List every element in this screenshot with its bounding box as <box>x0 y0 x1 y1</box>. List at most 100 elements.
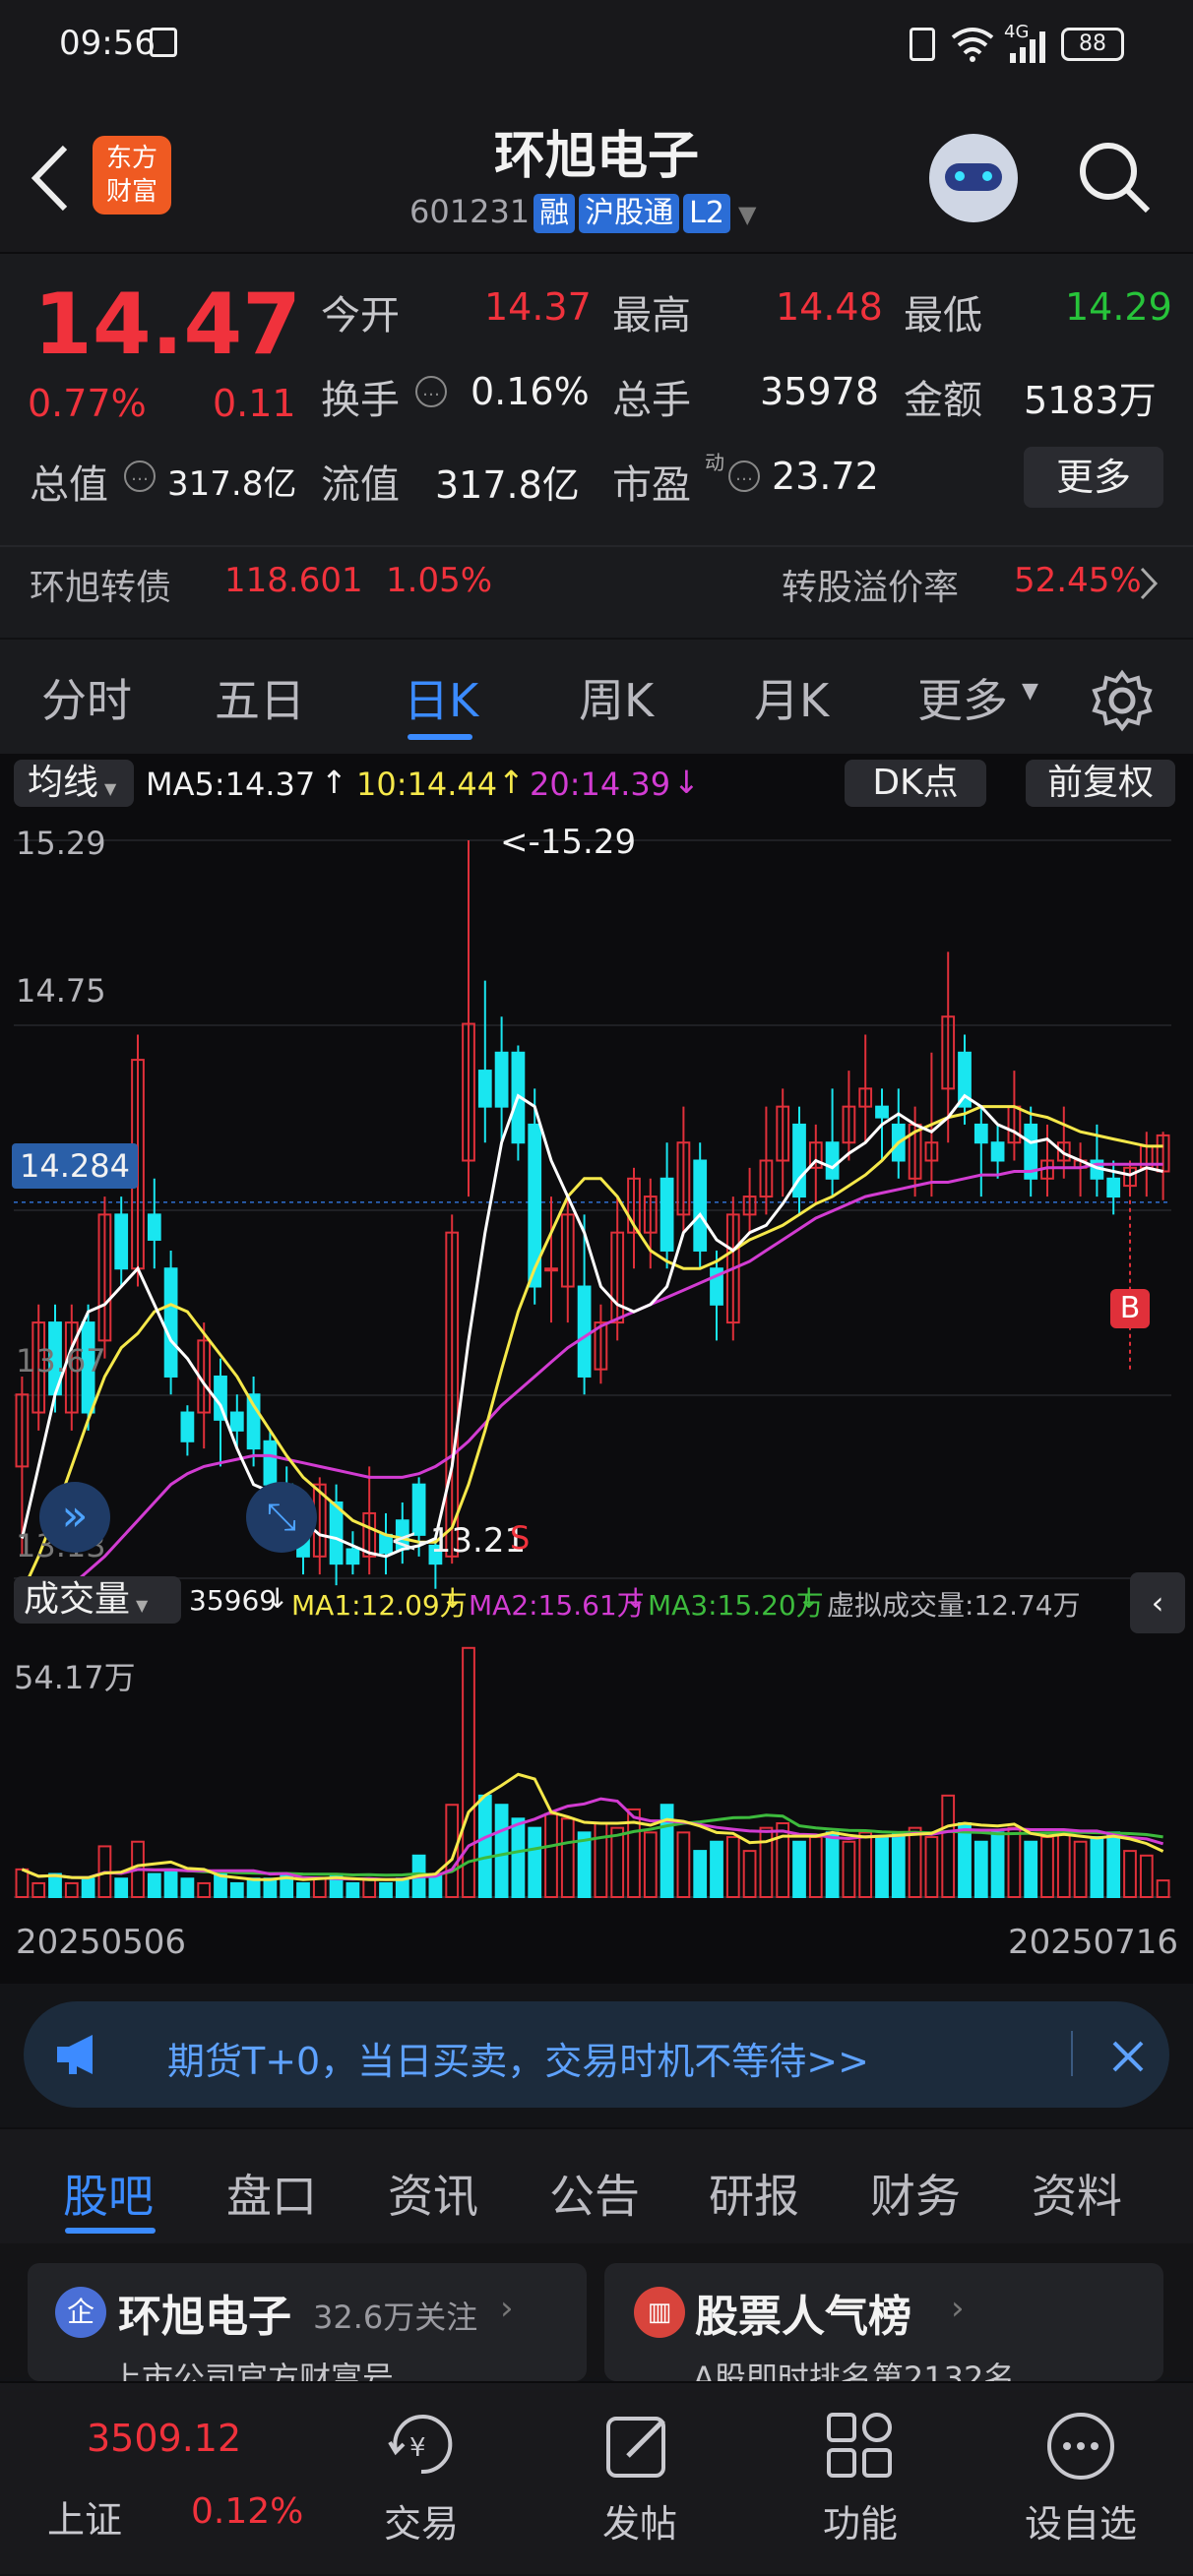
adjust-button[interactable]: 前复权 <box>1026 760 1175 807</box>
kline-chart-area[interactable]: 均线 ▼ MA5:14.37 ↑ 10:14.44 ↑ 20:14.39 ↓ DK… <box>0 754 1193 1984</box>
search-icon[interactable] <box>1075 138 1154 216</box>
volume-bar <box>891 1831 906 1898</box>
candle-body <box>693 1159 708 1252</box>
virtual-volume: 虚拟成交量:12.74万 <box>827 1589 1081 1622</box>
tab-forum[interactable]: 股吧 <box>63 2161 154 2226</box>
index-pct: 0.12% <box>191 2491 304 2532</box>
vma2-legend: MA2:15.61万 <box>469 1589 645 1622</box>
volume-bar <box>477 1794 492 1899</box>
chevron-right-icon: › <box>951 2289 965 2328</box>
volume-bar <box>263 1877 278 1899</box>
candle-body <box>477 1070 492 1108</box>
volume-bar <box>1073 1840 1088 1899</box>
megaphone-icon <box>57 2035 93 2074</box>
volume-bar <box>15 1868 30 1899</box>
nav-post[interactable]: 发帖 <box>561 2383 719 2576</box>
arrow-up-icon: ↑ <box>321 764 347 801</box>
tab-profile[interactable]: 资料 <box>1032 2161 1122 2226</box>
info-icon[interactable]: … <box>124 460 156 492</box>
premium-label[interactable]: 转股溢价率 <box>782 559 959 610</box>
open-value: 14.37 <box>484 285 592 329</box>
nav-watchlist-label: 设自选 <box>1024 2502 1137 2545</box>
company-card-title: 环旭电子 <box>118 2292 291 2342</box>
open-label: 今开 <box>321 293 400 338</box>
tab-news[interactable]: 资讯 <box>388 2161 478 2226</box>
volume-bar <box>312 1877 327 1899</box>
volume-bar <box>973 1840 988 1899</box>
banner-text[interactable]: 期货T+0，当日买卖，交易时机不等待>> <box>167 2031 869 2085</box>
tab-daily-k[interactable]: 日K <box>404 665 478 730</box>
volume-bar <box>858 1831 873 1898</box>
tab-finance[interactable]: 财务 <box>870 2161 961 2226</box>
content-tabs: 股吧 盘口 资讯 公告 研报 财务 资料 <box>0 2127 1193 2243</box>
volume-bar <box>808 1836 823 1898</box>
volume-bar <box>990 1831 1005 1898</box>
index-ticker[interactable]: 3509.12 上证 0.12% <box>39 2383 303 2576</box>
more-button[interactable]: 更多 <box>1024 447 1163 508</box>
nav-watchlist[interactable]: 设自选 <box>1002 2383 1160 2576</box>
promo-banner[interactable]: 期货T+0，当日买卖，交易时机不等待>> <box>24 2001 1169 2108</box>
candle-body <box>659 1177 674 1252</box>
header: 东方 财富 环旭电子 601231 融沪股通 L2 ▼ <box>0 94 1193 254</box>
expand-left-icon[interactable]: » <box>39 1482 110 1553</box>
index-value: 3509.12 <box>87 2417 242 2460</box>
candle-body <box>973 1123 988 1144</box>
tab-weekly-k[interactable]: 周K <box>579 665 654 730</box>
indicator-select[interactable]: 均线 ▼ <box>14 760 134 807</box>
max-price-marker: <-15.29 <box>500 823 637 862</box>
volume-bar <box>229 1881 244 1898</box>
low-value: 14.29 <box>1065 285 1172 329</box>
tab-5day[interactable]: 五日 <box>215 665 305 730</box>
dropdown-icon[interactable]: ▼ <box>738 201 756 228</box>
volume-bar <box>395 1877 409 1899</box>
bond-label[interactable]: 环旭转债 <box>30 559 171 610</box>
company-card[interactable]: 企 环旭电子 32.6万关注 › 上市公司官方财富号 <box>28 2263 587 2397</box>
info-icon[interactable]: … <box>415 376 447 407</box>
chevron-right-icon[interactable] <box>1138 567 1160 600</box>
ma20-line <box>21 1162 1163 1613</box>
collapse-panel-button[interactable]: ‹ <box>1130 1572 1185 1633</box>
nav-function[interactable]: 功能 <box>782 2383 939 2576</box>
active-tab-indicator <box>65 2228 156 2234</box>
info-icon[interactable]: … <box>728 460 760 492</box>
dk-point-button[interactable]: DK点 <box>845 760 986 807</box>
ma10-legend: 10:14.44 <box>356 766 498 803</box>
volume-label: 总手 <box>612 378 691 423</box>
tab-monthly-k[interactable]: 月K <box>754 665 829 730</box>
close-icon[interactable] <box>1110 2039 1146 2074</box>
last-price: 14.47 <box>33 276 302 374</box>
tab-research[interactable]: 研报 <box>709 2161 799 2226</box>
robot-assistant-icon[interactable] <box>929 134 1018 222</box>
volume-bar <box>114 1877 129 1899</box>
svg-text:¥: ¥ <box>409 2433 426 2463</box>
status-time: 09:56 <box>59 24 156 63</box>
nav-trade[interactable]: ¥ 交易 <box>343 2383 500 2576</box>
tab-announcements[interactable]: 公告 <box>549 2161 640 2226</box>
volume-bar <box>180 1877 195 1899</box>
pe-value: 23.72 <box>772 455 879 498</box>
volume-bar <box>81 1877 95 1899</box>
volume-indicator-select[interactable]: 成交量 ▼ <box>14 1576 181 1624</box>
tab-more[interactable]: 更多 <box>917 665 1008 730</box>
index-name: 上证 <box>47 2498 123 2542</box>
buy-signal[interactable]: B <box>1110 1289 1150 1328</box>
pe-label: 市盈 <box>612 462 691 508</box>
volume-chart[interactable] <box>0 1637 1193 1913</box>
caret-down-icon: ▼ <box>1022 679 1038 704</box>
cursor-price-tag: 14.284 <box>12 1143 138 1189</box>
volume-bar <box>676 1831 691 1898</box>
pe-dynamic-sup: 动 <box>705 451 724 474</box>
popularity-card[interactable]: ▥ 股票人气榜 › A股即时排名第2132名 <box>604 2263 1163 2397</box>
volume-bar <box>825 1831 840 1898</box>
float-label: 流值 <box>321 462 400 508</box>
tab-orderbook[interactable]: 盘口 <box>226 2161 317 2226</box>
tab-intraday[interactable]: 分时 <box>41 665 132 730</box>
volume-bar <box>362 1877 377 1899</box>
volume-bar <box>875 1836 889 1898</box>
ma10-line <box>21 1105 1163 1594</box>
mktcap-label: 总值 <box>30 462 108 508</box>
gear-icon[interactable] <box>1091 669 1154 732</box>
bond-price: 118.601 <box>224 561 363 600</box>
grid-icon <box>827 2413 892 2478</box>
fullscreen-icon[interactable]: ⤡ <box>246 1482 317 1553</box>
